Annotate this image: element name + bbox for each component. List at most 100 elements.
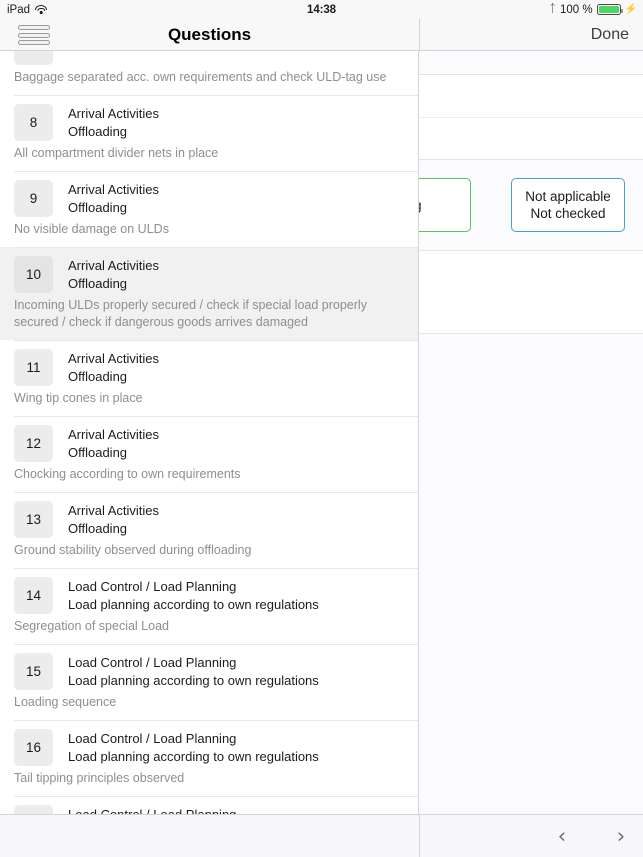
question-description: Segregation of special Load	[14, 619, 169, 633]
row-separator	[14, 644, 418, 645]
question-titles: Load Control / Load Planning Load plannin…	[68, 577, 319, 614]
navigation-bar: Questions Done	[0, 19, 643, 50]
question-row-header: Offloading	[0, 50, 404, 65]
question-titles: Arrival Activities Offloading	[68, 104, 159, 141]
answer-not-applicable-button[interactable]: Not applicable Not checked	[511, 178, 625, 232]
nav-right-pane: Done	[419, 19, 643, 50]
answer-line-1: Not applicable	[525, 189, 611, 204]
done-button[interactable]: Done	[591, 19, 629, 50]
question-number-badge: 13	[14, 501, 53, 538]
question-category: Arrival Activities	[68, 258, 160, 273]
question-subcategory: Offloading	[68, 369, 128, 384]
question-titles: Arrival Activities Offloading	[68, 180, 159, 217]
status-bar-right: ᛏ 100 % ⚡	[549, 4, 637, 16]
status-bar-time: 14:38	[307, 3, 336, 16]
question-row-header: 17Load Control / Load PlanningLoad plann…	[0, 796, 404, 815]
question-category: Arrival Activities	[68, 427, 160, 442]
row-separator	[14, 720, 418, 721]
question-row-header: 9 Arrival Activities Offloading	[0, 171, 404, 217]
question-description: Chocking according to own requirements	[14, 467, 241, 481]
bottom-toolbar: ‹ ›	[0, 814, 643, 857]
question-row[interactable]: Offloading Baggage separated acc. own req…	[0, 50, 418, 95]
question-description: Tail tipping principles observed	[14, 771, 185, 785]
question-titles: Load Control / Load Planning Load plannin…	[68, 653, 319, 690]
question-row-header: 14 Load Control / Load Planning Load plann…	[0, 568, 404, 614]
question-row[interactable]: 12 Arrival Activities Offloading Chocking a…	[0, 416, 418, 492]
question-titles: Arrival Activities Offloading	[68, 256, 159, 293]
answer-line-2: Not checked	[530, 206, 606, 221]
questions-master-list[interactable]: Offloading Baggage separated acc. own req…	[0, 50, 419, 815]
chevron-left-icon[interactable]: ‹	[551, 825, 573, 847]
question-number-badge: 15	[14, 653, 53, 690]
question-titles: Arrival Activities Offloading	[68, 425, 159, 462]
question-number-badge: 9	[14, 180, 53, 217]
question-row[interactable]: 10 Arrival Activities Offloading Incoming U…	[0, 247, 418, 340]
question-titles: Arrival Activities Offloading	[68, 501, 159, 538]
app-root: Date & time (UTC) ▶ Flight number ▶ ng N…	[0, 0, 643, 857]
question-titles: Arrival Activities Offloading	[68, 349, 159, 386]
question-row[interactable]: 9 Arrival Activities Offloading No visible …	[0, 171, 418, 247]
row-separator	[14, 95, 418, 96]
question-description: Wing tip cones in place	[14, 391, 143, 405]
question-category: Load Control / Load Planning	[68, 731, 237, 746]
question-number-badge: 8	[14, 104, 53, 141]
row-separator	[14, 340, 418, 341]
question-subcategory: Load planning according to own regulatio…	[68, 597, 319, 612]
question-number-badge: 11	[14, 349, 53, 386]
question-description: Incoming ULDs properly secured / check i…	[14, 298, 367, 329]
question-category: Arrival Activities	[68, 351, 160, 366]
row-separator	[14, 171, 418, 172]
toolbar-left-section	[0, 815, 419, 857]
question-number-badge: 16	[14, 729, 53, 766]
question-row-header: 8 Arrival Activities Offloading	[0, 95, 404, 141]
bluetooth-icon: ᛏ	[549, 3, 556, 15]
question-row[interactable]: 16 Load Control / Load Planning Load plann…	[0, 720, 418, 796]
battery-full-icon	[596, 4, 623, 15]
question-row-header: 16 Load Control / Load Planning Load plann…	[0, 720, 404, 766]
question-category: Load Control / Load Planning	[68, 655, 237, 670]
question-row[interactable]: 14 Load Control / Load Planning Load plann…	[0, 568, 418, 644]
question-number-badge: 10	[14, 256, 53, 293]
question-number-badge: 14	[14, 577, 53, 614]
question-row[interactable]: 13 Arrival Activities Offloading Ground sta…	[0, 492, 418, 568]
question-category: Load Control / Load Planning	[68, 579, 237, 594]
row-separator	[14, 492, 418, 493]
question-number-badge	[14, 50, 53, 65]
question-category: Arrival Activities	[68, 503, 160, 518]
question-description: Ground stability observed during offload…	[14, 543, 252, 557]
question-subcategory: Offloading	[68, 200, 128, 215]
question-subcategory: Load planning according to own regulatio…	[68, 749, 319, 764]
row-separator	[14, 796, 418, 797]
question-row-header: 10 Arrival Activities Offloading	[0, 247, 404, 293]
question-description: Loading sequence	[14, 695, 117, 709]
question-subcategory: Offloading	[68, 124, 128, 139]
chevron-right-icon[interactable]: ›	[610, 825, 632, 847]
question-row[interactable]: 17Load Control / Load PlanningLoad plann…	[0, 796, 418, 815]
charging-bolt-icon: ⚡	[624, 4, 637, 15]
status-bar: iPad 14:38 ᛏ 100 % ⚡	[0, 0, 643, 19]
page-title: Questions	[167, 25, 252, 44]
questions-scroll-container[interactable]: Offloading Baggage separated acc. own req…	[0, 50, 418, 815]
row-separator	[14, 568, 418, 569]
nav-left-pane: Questions	[0, 19, 419, 50]
question-subcategory: Offloading	[68, 445, 128, 460]
question-row-header: 15 Load Control / Load Planning Load plann…	[0, 644, 404, 690]
question-row[interactable]: 15 Load Control / Load Planning Load plann…	[0, 644, 418, 720]
question-description: Baggage separated acc. own requirements …	[14, 70, 387, 84]
battery-percent: 100 %	[559, 3, 593, 16]
question-row[interactable]: 11 Arrival Activities Offloading Wing tip c…	[0, 340, 418, 416]
question-category: Arrival Activities	[68, 182, 160, 197]
question-titles: Load Control / Load Planning Load plannin…	[68, 729, 319, 766]
row-separator	[14, 416, 418, 417]
question-number-badge: 12	[14, 425, 53, 462]
question-description: All compartment divider nets in place	[14, 146, 219, 160]
row-separator	[14, 247, 418, 248]
question-subcategory: Offloading	[68, 276, 128, 291]
question-category: Arrival Activities	[68, 106, 160, 121]
question-row[interactable]: 8 Arrival Activities Offloading All compart…	[0, 95, 418, 171]
question-row-header: 13 Arrival Activities Offloading	[0, 492, 404, 538]
question-row-header: 12 Arrival Activities Offloading	[0, 416, 404, 462]
question-subcategory: Load planning according to own regulatio…	[68, 673, 319, 688]
question-subcategory: Offloading	[68, 521, 128, 536]
question-description: No visible damage on ULDs	[14, 222, 169, 236]
